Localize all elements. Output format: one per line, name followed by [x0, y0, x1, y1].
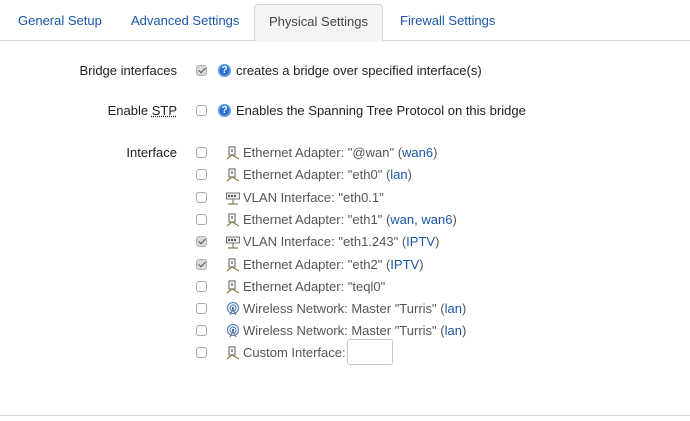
ethernet-icon	[226, 280, 240, 294]
bridge-interfaces-label: Bridge interfaces	[79, 63, 177, 78]
help-icon: ?	[218, 64, 231, 77]
paren-close: )	[419, 257, 424, 272]
network-link[interactable]: IPTV	[390, 257, 419, 272]
interface-row: Ethernet Adapter: "eth0" (lan)	[226, 167, 412, 183]
interface-row: Ethernet Adapter: "eth2" (IPTV)	[226, 257, 424, 273]
bridge-interfaces-description: creates a bridge over specified interfac…	[236, 63, 482, 78]
stp-abbreviation: STP	[151, 103, 177, 118]
custom-interface-checkbox[interactable]	[196, 347, 207, 358]
network-link[interactable]: lan	[445, 301, 462, 316]
interface-row: Ethernet Adapter: "teql0"	[226, 279, 385, 295]
network-link[interactable]: wan6	[402, 145, 433, 160]
interface-name: Ethernet Adapter: "teql0"	[243, 279, 386, 294]
interface-checkbox[interactable]	[196, 236, 207, 247]
interface-row: Ethernet Adapter: "@wan" (wan6)	[226, 145, 437, 161]
interface-name: Wireless Network: Master "Turris"	[243, 323, 437, 338]
network-link[interactable]: lan	[390, 167, 407, 182]
interface-row: VLAN Interface: "eth1.243" (IPTV)	[226, 234, 439, 250]
interface-row: Ethernet Adapter: "eth1" (wan, wan6)	[226, 212, 457, 228]
ethernet-icon	[226, 168, 240, 182]
vlan-icon	[226, 191, 240, 205]
interface-row: VLAN Interface: "eth0.1"	[226, 190, 384, 206]
interface-checkbox[interactable]	[196, 147, 207, 158]
network-link[interactable]: IPTV	[406, 234, 435, 249]
help-icon: ?	[218, 104, 231, 117]
interface-name: Ethernet Adapter: "eth1"	[243, 212, 383, 227]
interface-checkbox[interactable]	[196, 214, 207, 225]
interface-row: Wireless Network: Master "Turris" (lan)	[226, 323, 466, 339]
enable-stp-description: Enables the Spanning Tree Protocol on th…	[236, 103, 526, 118]
tab-general-setup[interactable]: General Setup	[18, 0, 102, 40]
vlan-icon	[226, 235, 240, 249]
custom-interface-input[interactable]	[347, 339, 393, 365]
interface-name: Wireless Network: Master "Turris"	[243, 301, 437, 316]
paren-close: )	[433, 145, 438, 160]
ethernet-icon	[226, 346, 240, 360]
interface-checkbox[interactable]	[196, 169, 207, 180]
enable-stp-checkbox[interactable]	[196, 105, 207, 116]
network-link[interactable]: lan	[445, 323, 462, 338]
enable-stp-label-prefix: Enable	[107, 103, 152, 118]
tab-advanced-settings[interactable]: Advanced Settings	[131, 0, 239, 40]
interface-name: Ethernet Adapter: "eth0"	[243, 167, 383, 182]
tab-bar: General Setup Advanced Settings Physical…	[0, 0, 690, 42]
ethernet-icon	[226, 146, 240, 160]
paren-open: (	[436, 323, 445, 338]
bridge-interfaces-checkbox[interactable]	[196, 65, 207, 76]
wireless-icon	[226, 323, 240, 338]
paren-close: )	[461, 323, 467, 338]
custom-interface-label: Custom Interface:	[243, 345, 346, 360]
network-link[interactable]: wan, wan6	[390, 212, 452, 227]
interface-checkbox[interactable]	[196, 281, 207, 292]
interface-checkbox[interactable]	[196, 192, 207, 203]
divider	[0, 415, 690, 416]
interface-name: VLAN Interface: "eth0.1"	[243, 190, 384, 205]
enable-stp-label: Enable STP	[108, 103, 177, 118]
wireless-icon	[226, 301, 240, 316]
paren-close: )	[407, 167, 412, 182]
interface-name: Ethernet Adapter: "eth2"	[243, 257, 383, 272]
interface-name: VLAN Interface: "eth1.243"	[243, 234, 399, 249]
tab-physical-settings[interactable]: Physical Settings	[254, 4, 383, 42]
interface-checkbox[interactable]	[196, 325, 207, 336]
paren-open: (	[398, 234, 407, 249]
paren-close: )	[435, 234, 440, 249]
custom-interface-row: Custom Interface:	[226, 345, 346, 361]
paren-open: (	[394, 145, 403, 160]
interface-row: Wireless Network: Master "Turris" (lan)	[226, 301, 466, 317]
interface-name: Ethernet Adapter: "@wan"	[243, 145, 395, 160]
paren-open: (	[436, 301, 445, 316]
interface-label: Interface	[126, 145, 177, 160]
ethernet-icon	[226, 213, 240, 227]
interface-checkbox[interactable]	[196, 303, 207, 314]
ethernet-icon	[226, 258, 240, 272]
paren-close: )	[461, 301, 467, 316]
tab-firewall-settings[interactable]: Firewall Settings	[400, 0, 495, 40]
interface-checkbox[interactable]	[196, 259, 207, 270]
paren-close: )	[452, 212, 457, 227]
